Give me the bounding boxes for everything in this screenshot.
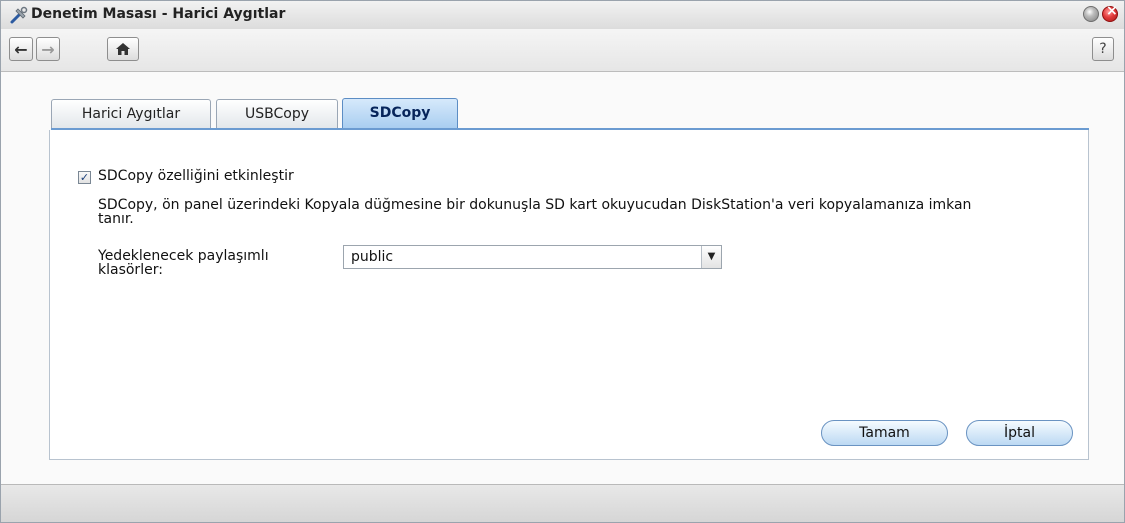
back-button[interactable]: ← — [9, 37, 33, 61]
sdcopy-description: SDCopy, ön panel üzerindeki Kopyala düğm… — [98, 197, 972, 227]
shared-folder-select[interactable]: public ▼ — [343, 245, 722, 269]
shared-folder-value: public — [351, 249, 394, 265]
toolbar: ← → ? — [1, 29, 1124, 72]
home-icon — [116, 43, 130, 55]
arrow-left-icon: ← — [14, 39, 28, 59]
tools-icon — [10, 6, 28, 24]
ok-button[interactable]: Tamam — [821, 420, 948, 446]
arrow-right-icon: → — [41, 39, 55, 59]
forward-button[interactable]: → — [36, 37, 60, 61]
close-button[interactable] — [1102, 3, 1118, 22]
tab-sdcopy[interactable]: SDCopy — [342, 98, 458, 129]
help-button[interactable]: ? — [1092, 37, 1114, 61]
title-bar: Denetim Masası - Harici Aygıtlar — [1, 1, 1124, 30]
enable-sdcopy-checkbox[interactable]: ✓ — [78, 171, 91, 184]
cancel-button[interactable]: İptal — [966, 420, 1073, 446]
help-icon: ? — [1099, 41, 1107, 57]
chevron-down-icon[interactable]: ▼ — [701, 246, 721, 268]
control-panel-window: Denetim Masası - Harici Aygıtlar ← → ? H… — [0, 0, 1125, 523]
shared-folders-label: Yedeklenecek paylaşımlı klasörler: — [98, 248, 269, 278]
tab-external-devices[interactable]: Harici Aygıtlar — [51, 99, 211, 129]
status-bar — [1, 484, 1124, 522]
window-title: Denetim Masası - Harici Aygıtlar — [31, 6, 286, 22]
minimize-button[interactable] — [1083, 6, 1099, 22]
tab-usbcopy[interactable]: USBCopy — [216, 99, 338, 129]
enable-sdcopy-label[interactable]: SDCopy özelliğini etkinleştir — [98, 168, 294, 184]
home-button[interactable] — [107, 37, 139, 61]
